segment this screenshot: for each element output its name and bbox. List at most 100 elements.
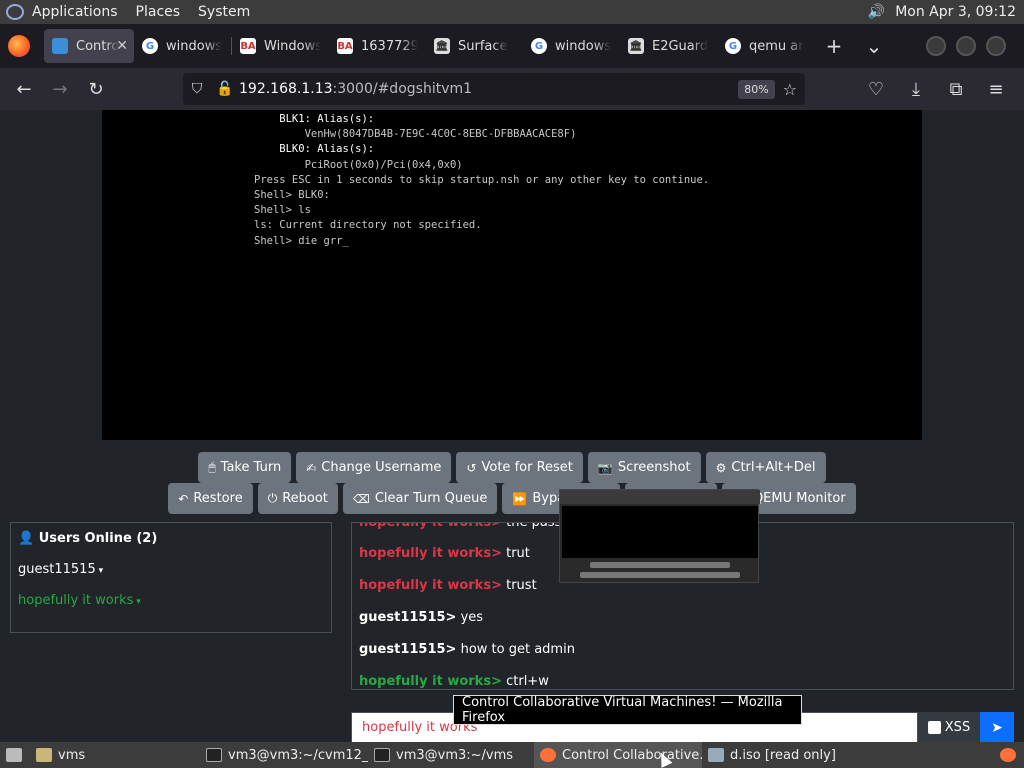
clock[interactable]: Mon Apr 3, 09:12 [895, 4, 1016, 20]
send-button[interactable]: ➤ [980, 712, 1014, 743]
firefox-view-icon[interactable] [8, 35, 30, 57]
pocket-icon[interactable]: ♡ [858, 73, 894, 105]
users-online-header: 👤 Users Online (2) [18, 531, 331, 546]
task-terminal-cvm[interactable]: vm3@vm3:~/cvm12_2 [200, 742, 368, 768]
chat-text: ctrl+w [506, 674, 549, 689]
desktop-icon [6, 748, 22, 762]
tab-windows-1[interactable]: G windows [134, 29, 231, 63]
chat-message: hopefully it works> trust [359, 578, 537, 593]
url-bar[interactable]: ⛉ 🔓 192.168.1.13:3000/#dogshitvm1 80% ☆ [183, 73, 805, 105]
chat-message: hopefully it works> trut [359, 546, 530, 561]
user-name: hopefully it works [18, 593, 134, 608]
forward-icon[interactable]: → [42, 73, 78, 105]
show-desktop-icon[interactable] [0, 742, 30, 768]
ctrl-alt-del-button[interactable]: ⚙ Ctrl+Alt+Del [705, 452, 826, 483]
taskbar-tooltip: Control Collaborative Virtual Machines! … [453, 695, 802, 725]
change-username-button[interactable]: ✍ Change Username [296, 452, 452, 483]
task-firefox[interactable]: Control Collaborative… [534, 742, 702, 768]
terminal-line: BLK0: Alias(s): [254, 143, 375, 156]
insecure-lock-icon[interactable]: 🔓 [211, 81, 239, 97]
take-turn-button[interactable]: 🖱 Take Turn [198, 452, 292, 483]
user-entry[interactable]: hopefully it works ▾ [18, 593, 331, 608]
url-text[interactable]: 192.168.1.13:3000/#dogshitvm1 [239, 81, 472, 97]
chat-message: hopefully it works> ctrl+w [359, 674, 549, 689]
button-label: Change Username [321, 460, 442, 475]
vm-controls-row-1: 🖱 Take Turn ✍ Change Username ↺ Vote for Rese… [0, 452, 1024, 483]
window-controls [926, 36, 1024, 56]
xss-toggle[interactable]: XSS [918, 712, 980, 743]
vote-for-reset-button[interactable]: ↺ Vote for Reset [456, 452, 583, 483]
user-list: guest11515 ▾ hopefully it works ▾ [11, 562, 331, 608]
places-menu[interactable]: Places [136, 4, 181, 20]
maximize-icon[interactable] [956, 36, 976, 56]
new-tab-icon[interactable]: + [814, 34, 854, 58]
back-icon[interactable]: ← [6, 73, 42, 105]
task-label: d.iso [read only] [730, 747, 836, 763]
gnome-logo-icon[interactable] [6, 4, 24, 20]
preview-row [590, 562, 730, 568]
vm-display[interactable]: BLK1: Alias(s): VenHw(8047DB4B-7E9C-4C0C… [102, 110, 922, 440]
users-online-panel: 👤 Users Online (2) guest11515 ▾ hopefully… [10, 522, 332, 633]
terminal-line: ls: Current directory not specified. [254, 219, 482, 232]
tab-control[interactable]: Contro ✕ [44, 29, 134, 63]
tab-windows-2[interactable]: BA Windows [232, 29, 329, 63]
downloads-icon[interactable]: ⤓ [898, 73, 934, 105]
tab-1637729[interactable]: BA 1637729 [329, 29, 426, 63]
tab-surface[interactable]: 🏛 Surface [426, 29, 523, 63]
xss-label: XSS [944, 720, 971, 735]
task-diso[interactable]: d.iso [read only] [702, 742, 902, 768]
close-window-icon[interactable] [986, 36, 1006, 56]
task-label: Control Collaborative… [562, 747, 702, 763]
task-vms[interactable]: vms [30, 742, 200, 768]
disk-icon [708, 748, 724, 762]
chat-username: guest11515> [359, 610, 457, 625]
toolbar-right: ♡ ⤓ ⧉ ≡ [858, 73, 1014, 105]
system-menu[interactable]: System [198, 4, 250, 20]
list-all-tabs-icon[interactable]: ⌄ [854, 34, 894, 58]
firefox-icon [540, 748, 556, 762]
button-label: Vote for Reset [481, 460, 573, 475]
reload-icon[interactable]: ↻ [78, 73, 114, 105]
nav-bar: ← → ↻ ⛉ 🔓 192.168.1.13:3000/#dogshitvm1 … [0, 68, 1024, 110]
terminal-line: Press ESC in 1 seconds to skip startup.n… [254, 173, 710, 186]
clear-turn-queue-button[interactable]: ⌫ Clear Turn Queue [342, 483, 498, 514]
reboot-button[interactable]: ⏻ Reboot [257, 483, 338, 514]
shield-icon[interactable]: ⛉ [183, 81, 211, 97]
xss-checkbox[interactable] [927, 721, 941, 734]
reset-icon: ↺ [466, 460, 477, 475]
minimize-icon[interactable] [926, 36, 946, 56]
gear-icon: ⚙ [715, 460, 727, 475]
applications-menu[interactable]: Applications [32, 4, 118, 20]
chat-text: trust [506, 578, 537, 593]
monitor-icon [52, 38, 68, 54]
button-label: Take Turn [220, 460, 282, 475]
user-entry[interactable]: guest11515 ▾ [18, 562, 331, 577]
signature-icon: ✍ [306, 460, 317, 475]
screenshot-button[interactable]: 📷 Screenshot [587, 452, 701, 483]
tab-qemu[interactable]: G qemu ar [717, 29, 814, 63]
building-icon: 🏛 [628, 38, 644, 54]
volume-icon[interactable]: 🔊 [868, 4, 885, 20]
hamburger-menu-icon[interactable]: ≡ [978, 73, 1014, 105]
bookmark-star-icon[interactable]: ☆ [783, 80, 797, 99]
zoom-level[interactable]: 80% [738, 79, 775, 99]
firefox-launcher[interactable] [994, 742, 1024, 768]
tab-windows-3[interactable]: G windows [523, 29, 620, 63]
user-name: guest11515 [18, 562, 96, 577]
caret-down-icon: ▾ [133, 597, 141, 607]
extensions-icon[interactable]: ⧉ [938, 73, 974, 105]
task-terminal-vms[interactable]: vm3@vm3:~/vms [368, 742, 534, 768]
bottom-taskbar: vms vm3@vm3:~/cvm12_2 vm3@vm3:~/vms Cont… [0, 742, 1024, 768]
terminal-line: PciRoot(0x0)/Pci(0x4,0x0) [254, 158, 463, 171]
chat-text: trut [506, 546, 530, 561]
button-label: Screenshot [617, 460, 691, 475]
terminal-line: Shell> BLK0: [254, 189, 330, 202]
tab-e2guard[interactable]: 🏛 E2Guard [620, 29, 717, 63]
tab-bar: Contro ✕ G windows BA Windows BA 1637729… [0, 24, 1024, 68]
restore-button[interactable]: ↶ Restore [168, 483, 253, 514]
restore-icon: ↶ [178, 491, 189, 506]
terminal-line: BLK1: Alias(s): [254, 113, 375, 125]
close-tab-icon[interactable]: ✕ [116, 38, 128, 54]
eraser-icon: ⌫ [352, 491, 370, 506]
task-label: vms [58, 747, 86, 763]
